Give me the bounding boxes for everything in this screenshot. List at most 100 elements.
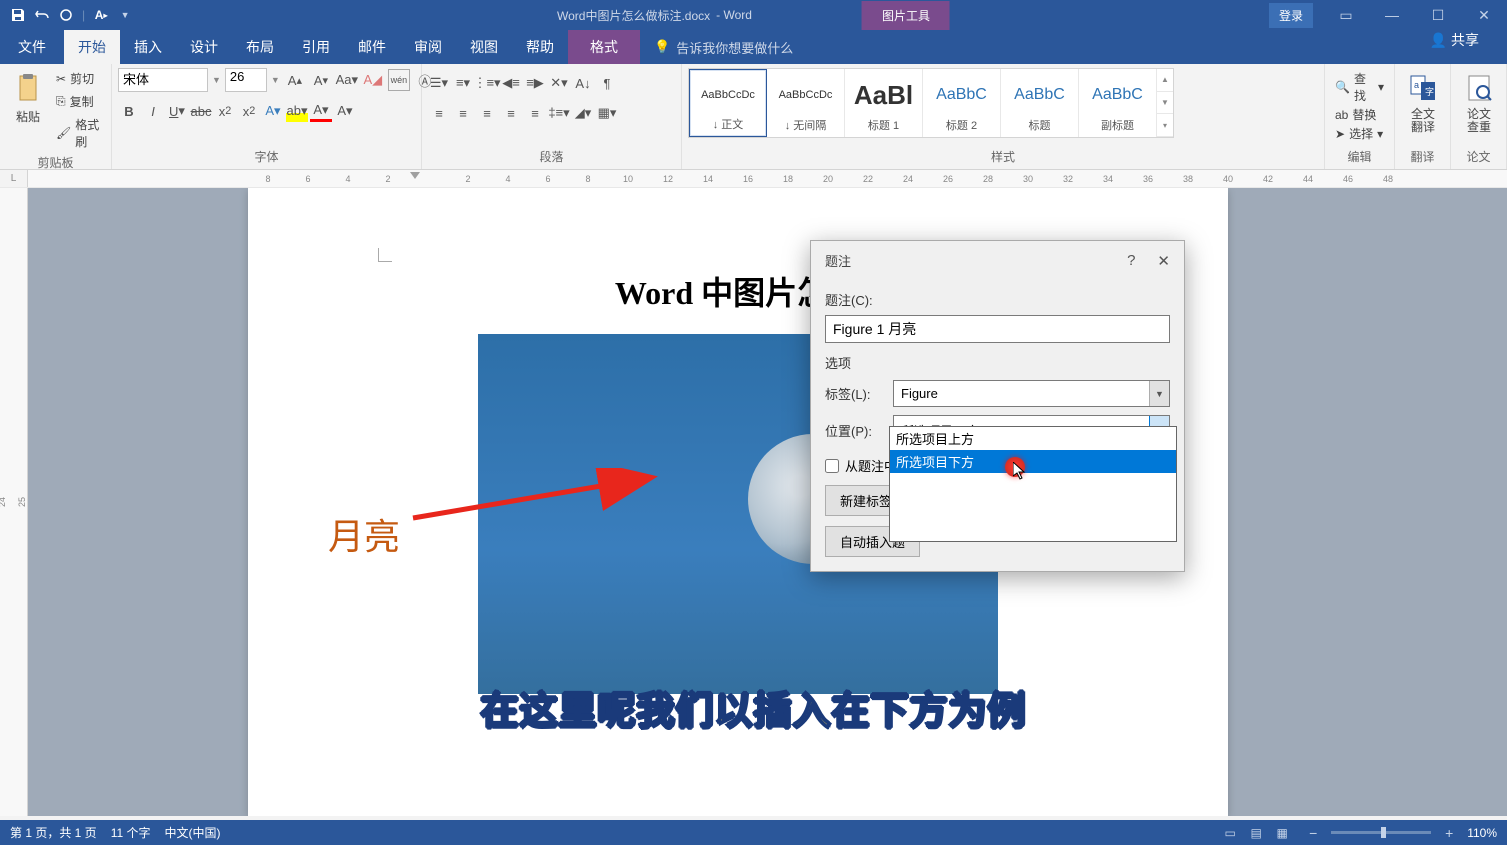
word-count[interactable]: 11 个字 — [111, 824, 151, 841]
horizontal-ruler[interactable]: L 86422468101214161820222426283032343638… — [0, 170, 1507, 188]
maximize-icon[interactable]: ☐ — [1415, 0, 1461, 30]
select-button[interactable]: ➤选择▾ — [1335, 125, 1384, 142]
decrease-indent-icon[interactable]: ◀≡ — [500, 72, 522, 94]
chevron-down-icon[interactable]: ▼ — [1149, 381, 1169, 406]
dropdown-option-below[interactable]: 所选项目下方 — [890, 450, 1176, 473]
numbering-icon[interactable]: ≡▾ — [452, 72, 474, 94]
font-size-combo[interactable]: 26 — [225, 68, 267, 92]
text-style-icon[interactable]: A▸ — [93, 7, 109, 23]
style-heading1[interactable]: AaBl标题 1 — [845, 69, 923, 137]
tab-design[interactable]: 设计 — [176, 30, 232, 64]
text-effects-icon[interactable]: A▾ — [262, 100, 284, 122]
font-name-combo[interactable]: 宋体 — [118, 68, 208, 92]
label-combo[interactable]: Figure ▼ — [893, 380, 1170, 407]
indent-marker-icon[interactable] — [410, 172, 420, 179]
minimize-icon[interactable]: — — [1369, 0, 1415, 30]
zoom-in-button[interactable]: + — [1441, 825, 1457, 841]
font-color-icon[interactable]: A▾ — [310, 100, 332, 122]
image-label-text[interactable]: 月亮 — [328, 508, 400, 560]
zoom-out-button[interactable]: − — [1305, 825, 1321, 841]
find-button[interactable]: 🔍查找▾ — [1335, 70, 1384, 104]
bold-icon[interactable]: B — [118, 100, 140, 122]
paste-button[interactable]: 粘贴 — [6, 68, 50, 129]
tab-insert[interactable]: 插入 — [120, 30, 176, 64]
language-status[interactable]: 中文(中国) — [164, 824, 220, 841]
align-right-icon[interactable]: ≡ — [476, 102, 498, 124]
zoom-slider[interactable] — [1331, 831, 1431, 834]
shading-icon[interactable]: ◢▾ — [572, 102, 594, 124]
plagiarism-check-button[interactable]: 论文 查重 — [1457, 68, 1501, 138]
web-layout-icon[interactable]: ▦ — [1269, 823, 1295, 843]
translate-button[interactable]: a字全文 翻译 — [1401, 68, 1445, 138]
style-heading2[interactable]: AaBbC标题 2 — [923, 69, 1001, 137]
shrink-font-icon[interactable]: A▾ — [310, 69, 332, 91]
read-mode-icon[interactable]: ▭ — [1217, 823, 1243, 843]
style-gallery[interactable]: AaBbCcDc↓ 正文 AaBbCcDc↓ 无间隔 AaBl标题 1 AaBb… — [688, 68, 1174, 138]
save-icon[interactable] — [10, 7, 26, 23]
phonetic-icon[interactable]: wén — [388, 69, 410, 91]
tab-format[interactable]: 格式 — [568, 30, 640, 64]
caption-field-label: 题注(C): — [825, 290, 1170, 309]
login-button[interactable]: 登录 — [1269, 3, 1313, 28]
copy-button[interactable]: ⎘复制 — [54, 91, 105, 112]
style-title[interactable]: AaBbC标题 — [1001, 69, 1079, 137]
multilevel-icon[interactable]: ⋮≡▾ — [476, 72, 498, 94]
qat-dropdown-icon[interactable]: ▼ — [117, 7, 133, 23]
help-icon[interactable]: ? — [1127, 252, 1135, 270]
style-scroll-down-icon[interactable]: ▼ — [1157, 92, 1173, 115]
exclude-label-checkbox[interactable] — [825, 459, 839, 473]
asian-layout-icon[interactable]: ✕▾ — [548, 72, 570, 94]
tab-file[interactable]: 文件 — [0, 30, 64, 64]
replace-button[interactable]: ab替换 — [1335, 106, 1384, 123]
translate-group-label: 翻译 — [1401, 146, 1444, 167]
tab-layout[interactable]: 布局 — [232, 30, 288, 64]
bullets-icon[interactable]: ☰▾ — [428, 72, 450, 94]
sort-icon[interactable]: A↓ — [572, 72, 594, 94]
borders-icon[interactable]: ▦▾ — [596, 102, 618, 124]
undo-icon[interactable] — [34, 7, 50, 23]
strike-icon[interactable]: abc — [190, 100, 212, 122]
print-layout-icon[interactable]: ▤ — [1243, 823, 1269, 843]
tab-references[interactable]: 引用 — [288, 30, 344, 64]
show-marks-icon[interactable]: ¶ — [596, 72, 618, 94]
dropdown-option-above[interactable]: 所选项目上方 — [890, 427, 1176, 450]
tab-view[interactable]: 视图 — [456, 30, 512, 64]
increase-indent-icon[interactable]: ≡▶ — [524, 72, 546, 94]
change-case-icon[interactable]: Aa▾ — [336, 69, 358, 91]
subscript-icon[interactable]: x2 — [214, 100, 236, 122]
style-normal[interactable]: AaBbCcDc↓ 正文 — [689, 69, 767, 137]
superscript-icon[interactable]: x2 — [238, 100, 260, 122]
clear-format-icon[interactable]: A◢ — [362, 69, 384, 91]
ribbon-options-icon[interactable]: ▭ — [1323, 0, 1369, 30]
justify-icon[interactable]: ≡ — [500, 102, 522, 124]
style-scroll-up-icon[interactable]: ▲ — [1157, 69, 1173, 92]
line-spacing-icon[interactable]: ‡≡▾ — [548, 102, 570, 124]
grow-font-icon[interactable]: A▴ — [284, 69, 306, 91]
zoom-level[interactable]: 110% — [1467, 826, 1497, 840]
close-icon[interactable]: ✕ — [1157, 252, 1170, 270]
style-nospacing[interactable]: AaBbCcDc↓ 无间隔 — [767, 69, 845, 137]
mouse-cursor-icon — [1013, 462, 1029, 482]
format-painter-button[interactable]: 🖌格式刷 — [54, 114, 105, 152]
italic-icon[interactable]: I — [142, 100, 164, 122]
style-subtitle[interactable]: AaBbC副标题 — [1079, 69, 1157, 137]
style-more-icon[interactable]: ▾ — [1157, 114, 1173, 137]
align-center-icon[interactable]: ≡ — [452, 102, 474, 124]
page-status[interactable]: 第 1 页，共 1 页 — [10, 824, 97, 841]
redo-icon[interactable] — [58, 7, 74, 23]
underline-icon[interactable]: U▾ — [166, 100, 188, 122]
tab-review[interactable]: 审阅 — [400, 30, 456, 64]
cut-button[interactable]: ✂剪切 — [54, 68, 105, 89]
char-shading-icon[interactable]: A▾ — [334, 100, 356, 122]
highlight-icon[interactable]: ab▾ — [286, 100, 308, 122]
tab-home[interactable]: 开始 — [64, 30, 120, 64]
align-left-icon[interactable]: ≡ — [428, 102, 450, 124]
tab-mailings[interactable]: 邮件 — [344, 30, 400, 64]
vertical-ruler[interactable]: 1234567891011121314151617181920212223242… — [0, 188, 28, 816]
share-button[interactable]: 👤 共享 — [1416, 30, 1493, 50]
tell-me-search[interactable]: 💡 告诉我你想要做什么 — [640, 30, 793, 64]
caption-input[interactable] — [825, 315, 1170, 343]
close-icon[interactable]: ✕ — [1461, 0, 1507, 30]
tab-help[interactable]: 帮助 — [512, 30, 568, 64]
distribute-icon[interactable]: ≡ — [524, 102, 546, 124]
